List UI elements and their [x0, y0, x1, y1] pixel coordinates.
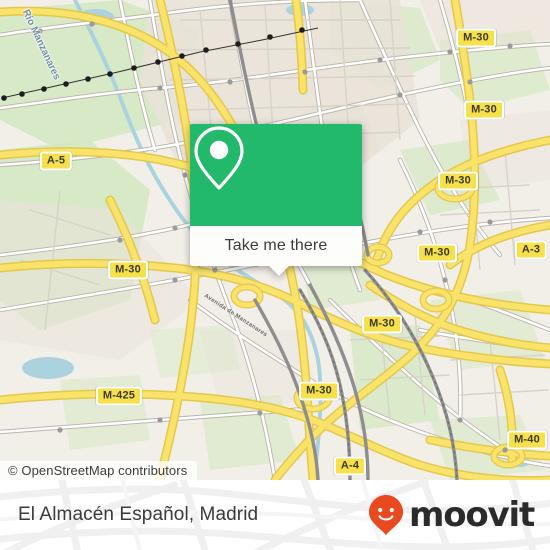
road-shield[interactable]: A-4: [333, 456, 367, 476]
osm-attribution[interactable]: © OpenStreetMap contributors: [0, 461, 198, 480]
road-shield[interactable]: M-425: [95, 386, 143, 406]
moovit-map-screenshot: Río Manzanares Avenida de Manzanares M-3…: [0, 0, 550, 550]
footer-bar: El Almacén Español, Madrid moovit: [0, 480, 550, 550]
road-shield[interactable]: M-30: [108, 260, 148, 280]
moovit-smiley-pin-icon: [368, 495, 403, 535]
take-me-there-label: Take me there: [224, 237, 328, 254]
popup-action-panel[interactable]: Take me there: [190, 226, 362, 276]
popup-icon-panel: [190, 124, 362, 226]
road-shield[interactable]: A-3: [514, 240, 548, 260]
road-shield[interactable]: M-30: [456, 28, 496, 48]
moovit-wordmark: moovit: [408, 495, 535, 535]
map-pin-icon: [194, 126, 244, 190]
road-shield[interactable]: A-5: [39, 151, 73, 171]
moovit-brand[interactable]: moovit: [367, 480, 535, 550]
road-shield[interactable]: M-40: [507, 430, 547, 450]
map-canvas[interactable]: Río Manzanares Avenida de Manzanares M-3…: [0, 0, 550, 480]
popup-pointer-tail: [268, 265, 290, 276]
place-title: El Almacén Español, Madrid: [18, 504, 259, 525]
road-shield[interactable]: M-30: [417, 243, 457, 263]
road-shield[interactable]: M-30: [464, 100, 504, 120]
road-shield[interactable]: M-30: [438, 171, 478, 191]
location-popup-card[interactable]: Take me there: [190, 124, 362, 276]
road-shield[interactable]: M-30: [299, 381, 339, 401]
road-shield[interactable]: M-30: [362, 314, 402, 334]
